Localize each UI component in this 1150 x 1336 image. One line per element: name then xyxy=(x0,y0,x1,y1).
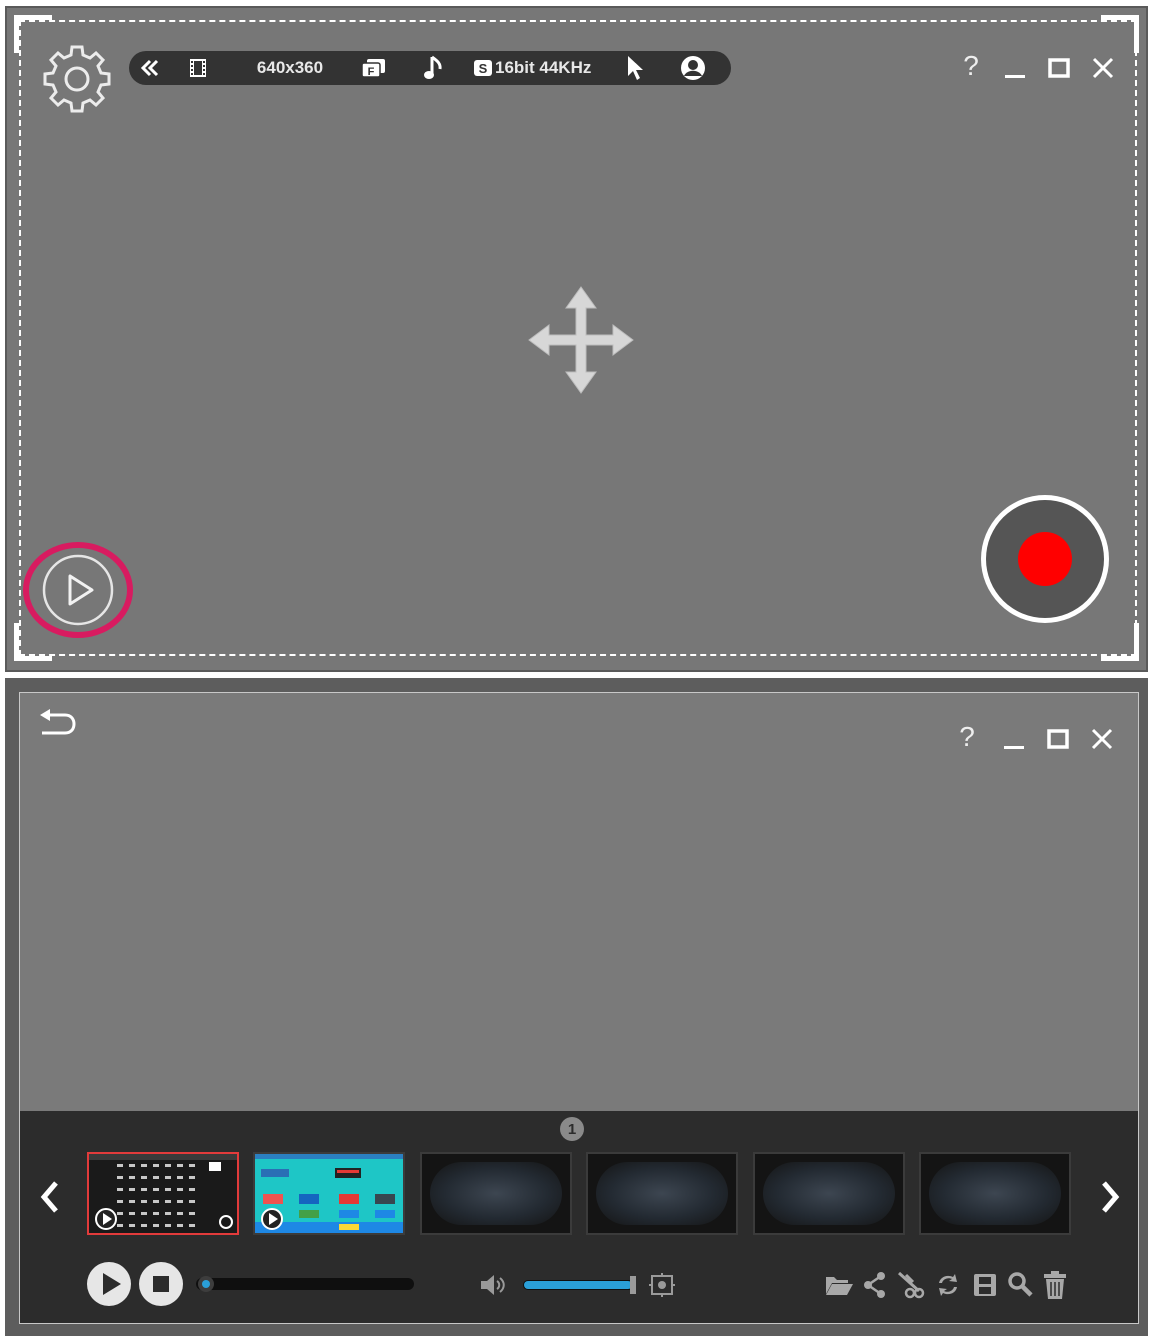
maximize-icon[interactable] xyxy=(1045,52,1073,84)
resize-handle-top-right[interactable] xyxy=(1101,15,1139,53)
move-arrows-icon[interactable] xyxy=(528,286,634,394)
empty-thumbnail-slot xyxy=(586,1152,738,1235)
seek-slider[interactable] xyxy=(194,1275,416,1293)
player-panel: ? 1 xyxy=(5,678,1148,1336)
stop-button[interactable] xyxy=(138,1261,184,1307)
audio-format-button[interactable]: 16bit 44KHz xyxy=(495,51,605,85)
play-recordings-button[interactable] xyxy=(21,540,135,640)
recording-thumbnail[interactable] xyxy=(253,1152,405,1235)
cut-icon[interactable] xyxy=(896,1271,926,1299)
maximize-icon[interactable] xyxy=(1044,723,1072,755)
help-button[interactable]: ? xyxy=(957,50,985,82)
minimize-icon[interactable] xyxy=(1001,52,1029,84)
video-preview-area: ? 1 xyxy=(19,692,1139,1324)
search-icon[interactable] xyxy=(1006,1270,1034,1298)
share-icon[interactable] xyxy=(862,1271,888,1299)
convert-icon[interactable] xyxy=(934,1271,962,1299)
empty-thumbnail-slot xyxy=(753,1152,905,1235)
format-icon[interactable]: F xyxy=(359,51,389,85)
recorder-panel: 640x360 F S 16bit 44KHz ? xyxy=(5,6,1148,672)
play-button[interactable] xyxy=(86,1261,132,1307)
trash-icon[interactable] xyxy=(1042,1270,1068,1300)
recording-thumbnail[interactable] xyxy=(87,1152,239,1235)
capture-settings-toolbar: 640x360 F S 16bit 44KHz xyxy=(129,51,731,85)
back-arrow-icon[interactable] xyxy=(37,709,77,739)
resize-handle-bottom-right[interactable] xyxy=(1101,623,1139,661)
save-icon[interactable] xyxy=(972,1272,998,1298)
audio-source-icon[interactable]: S xyxy=(471,51,495,85)
next-page-icon[interactable] xyxy=(1096,1177,1126,1217)
prev-page-icon[interactable] xyxy=(34,1177,64,1217)
webcam-icon[interactable] xyxy=(679,51,707,85)
record-icon[interactable] xyxy=(977,491,1113,627)
settings-gear-icon[interactable] xyxy=(40,42,114,116)
volume-icon[interactable] xyxy=(479,1273,507,1297)
film-icon[interactable] xyxy=(185,51,211,85)
close-icon[interactable] xyxy=(1089,52,1117,84)
cursor-icon[interactable] xyxy=(623,51,647,85)
close-icon[interactable] xyxy=(1088,723,1116,755)
minimize-icon[interactable] xyxy=(1000,723,1028,755)
folder-icon[interactable] xyxy=(824,1273,854,1297)
resolution-button[interactable]: 640x360 xyxy=(239,51,341,85)
empty-thumbnail-slot xyxy=(420,1152,572,1235)
recordings-strip: 1 xyxy=(20,1111,1138,1323)
help-button[interactable]: ? xyxy=(953,721,981,753)
music-note-icon[interactable] xyxy=(421,51,447,85)
collapse-chevrons-icon[interactable] xyxy=(137,51,163,85)
empty-thumbnail-slot xyxy=(919,1152,1071,1235)
svg-text:F: F xyxy=(368,66,375,78)
svg-text:S: S xyxy=(479,61,488,76)
page-indicator: 1 xyxy=(560,1117,584,1141)
volume-slider[interactable] xyxy=(522,1275,640,1295)
fullscreen-icon[interactable] xyxy=(648,1272,676,1298)
